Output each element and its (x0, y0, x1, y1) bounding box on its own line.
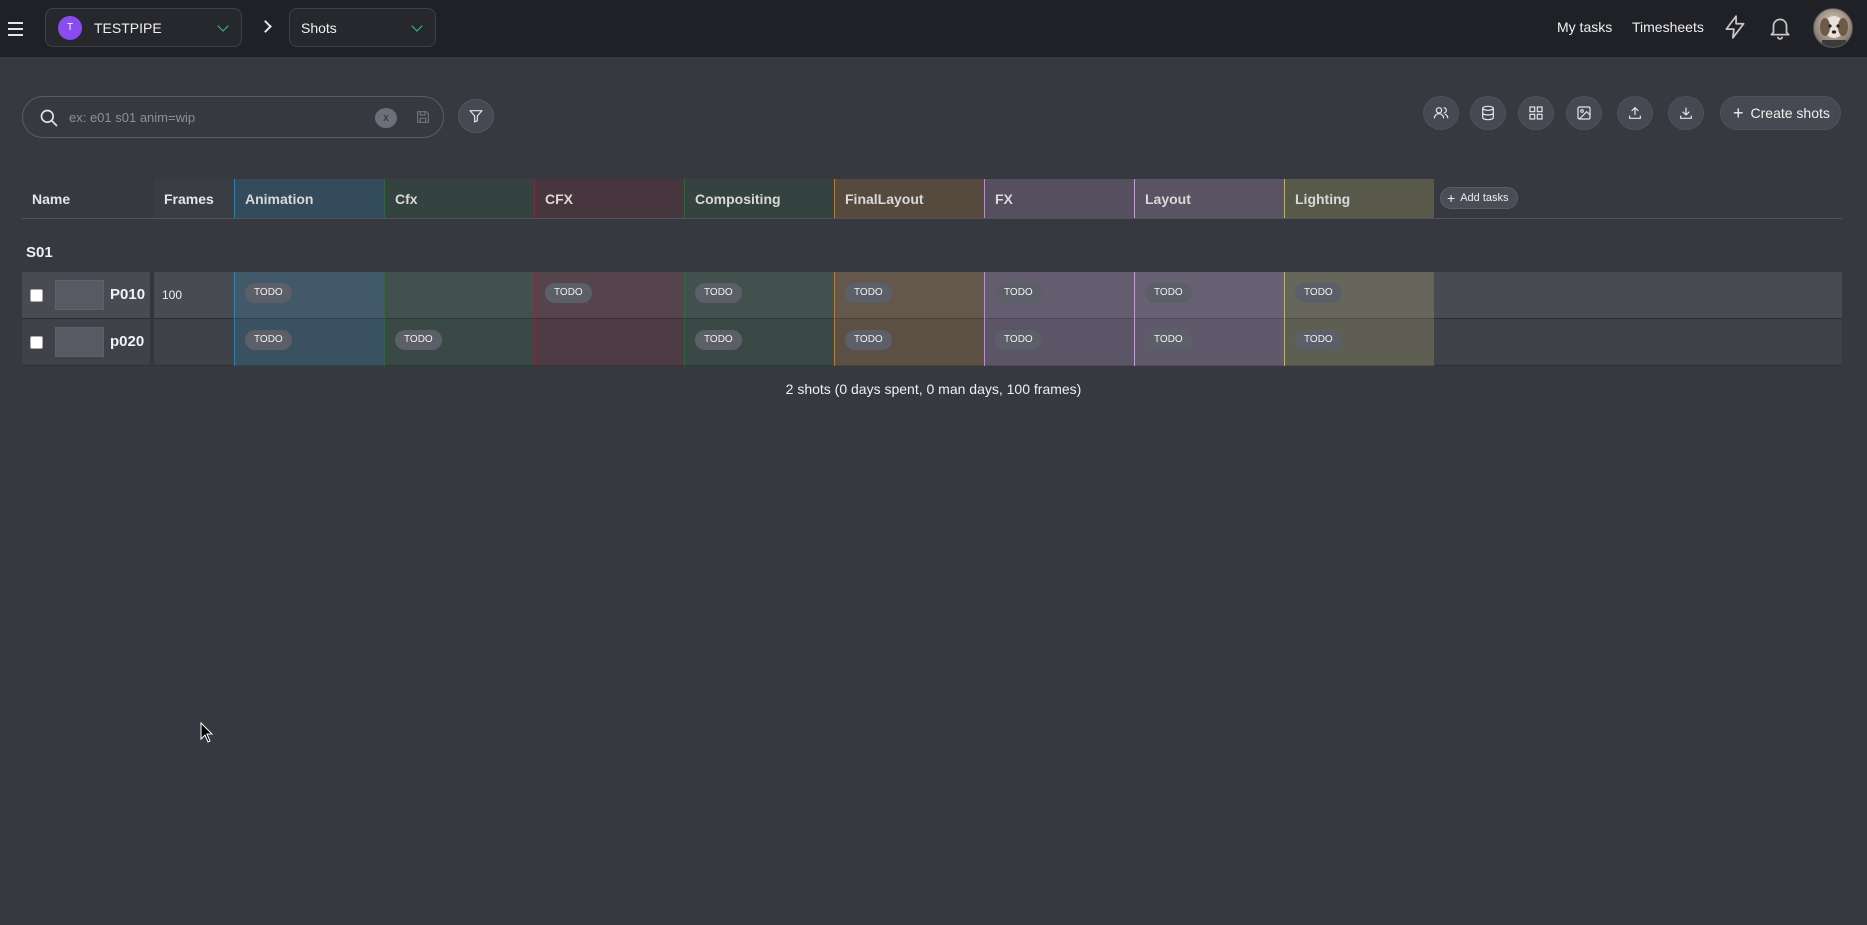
frames-cell[interactable]: 100 (162, 288, 182, 302)
status-badge[interactable]: TODO (1145, 330, 1192, 350)
create-shots-label: Create shots (1750, 105, 1830, 121)
shot-thumbnail[interactable] (55, 280, 104, 310)
shot-thumbnail[interactable] (55, 327, 104, 357)
search-icon (40, 109, 58, 127)
filter-icon (469, 110, 483, 123)
task-column-header-finallayout[interactable]: FinalLayout (834, 179, 984, 218)
task-column-header-cfx[interactable]: CFX (534, 179, 684, 218)
plus-icon: + (1733, 103, 1744, 123)
create-shots-button[interactable]: + Create shots (1720, 96, 1841, 130)
task-column-header-animation[interactable]: Animation (234, 179, 384, 218)
grid-view-button[interactable] (1518, 96, 1554, 130)
status-badge[interactable]: TODO (995, 283, 1042, 303)
task-cell-cfx[interactable]: TODO (384, 319, 534, 366)
database-icon (1482, 105, 1494, 121)
filter-button[interactable] (458, 99, 494, 133)
status-badge[interactable]: TODO (695, 283, 742, 303)
top-bar: T TESTPIPE Shots My tasks Timesheets (0, 0, 1867, 57)
task-cell-cfx[interactable] (534, 319, 684, 366)
image-icon (1577, 106, 1591, 120)
mouse-cursor-icon (200, 722, 214, 743)
task-cell-compositing[interactable]: TODO (684, 272, 834, 319)
status-badge[interactable]: TODO (845, 330, 892, 350)
chevron-right-icon (259, 20, 272, 33)
user-avatar[interactable] (1813, 8, 1853, 48)
people-icon (1433, 107, 1449, 119)
project-name: TESTPIPE (94, 19, 162, 36)
task-cell-finallayout[interactable]: TODO (834, 319, 984, 366)
status-badge[interactable]: TODO (245, 283, 292, 303)
name-column-header[interactable]: Name (22, 179, 154, 218)
clear-search-button[interactable]: x (375, 108, 397, 128)
task-column-header-lighting[interactable]: Lighting (1284, 179, 1434, 218)
column-divider (150, 272, 154, 319)
save-search-icon[interactable] (415, 109, 431, 125)
shot-name[interactable]: P010 (110, 286, 145, 303)
plus-icon: + (1447, 190, 1456, 206)
project-selector[interactable]: T TESTPIPE (45, 8, 242, 47)
task-cell-fx[interactable]: TODO (984, 319, 1134, 366)
status-badge[interactable]: TODO (1295, 283, 1342, 303)
table-row[interactable]: P010 100 TODO TODO TODO TODO TODO TODO TODO (22, 272, 1842, 319)
status-badge[interactable]: TODO (545, 283, 592, 303)
status-badge[interactable]: TODO (245, 330, 292, 350)
view-name: Shots (301, 19, 337, 36)
status-badge[interactable]: TODO (695, 330, 742, 350)
table-header: Name Frames Animation Cfx CFX Compositing Fi… (22, 179, 1842, 219)
status-badge[interactable]: TODO (395, 330, 442, 350)
assign-people-button[interactable] (1423, 96, 1459, 130)
news-bolt-icon[interactable] (1722, 14, 1748, 40)
add-tasks-label: Add tasks (1460, 192, 1509, 204)
export-button[interactable] (1668, 96, 1704, 130)
upload-icon (1629, 107, 1641, 119)
table-summary: 2 shots (0 days spent, 0 man days, 100 f… (785, 381, 1082, 397)
task-column-header-layout[interactable]: Layout (1134, 179, 1284, 218)
search-bar: x (22, 96, 444, 138)
task-column-header-compositing[interactable]: Compositing (684, 179, 834, 218)
bell-icon[interactable] (1767, 14, 1793, 40)
metadata-button[interactable] (1470, 96, 1506, 130)
task-cell-layout[interactable]: TODO (1134, 319, 1284, 366)
menu-icon[interactable] (8, 22, 23, 36)
task-column-header-cfx[interactable]: Cfx (384, 179, 534, 218)
task-cell-cfx[interactable] (384, 272, 534, 319)
task-cell-finallayout[interactable]: TODO (834, 272, 984, 319)
task-cell-compositing[interactable]: TODO (684, 319, 834, 366)
download-icon (1680, 107, 1692, 119)
view-selector[interactable]: Shots (289, 8, 436, 47)
shot-name[interactable]: p020 (110, 333, 144, 350)
task-column-header-fx[interactable]: FX (984, 179, 1134, 218)
project-avatar: T (58, 15, 82, 40)
frames-column-header[interactable]: Frames (154, 179, 234, 218)
table-row[interactable]: p020 TODO TODO TODO TODO TODO TODO TODO (22, 319, 1842, 366)
search-input[interactable] (69, 97, 389, 137)
thumbnails-button[interactable] (1566, 96, 1602, 130)
row-checkbox[interactable] (30, 289, 43, 302)
status-badge[interactable]: TODO (1145, 283, 1192, 303)
row-checkbox[interactable] (30, 336, 43, 349)
my-tasks-link[interactable]: My tasks (1557, 19, 1612, 35)
task-cell-animation[interactable]: TODO (234, 319, 384, 366)
status-badge[interactable]: TODO (845, 283, 892, 303)
timesheets-link[interactable]: Timesheets (1632, 19, 1704, 35)
chevron-down-icon (217, 20, 229, 32)
task-cell-animation[interactable]: TODO (234, 272, 384, 319)
user-photo-icon (1820, 16, 1848, 47)
chevron-down-icon (411, 20, 423, 32)
column-divider (150, 319, 154, 366)
add-tasks-button[interactable]: + Add tasks (1440, 187, 1518, 209)
status-badge[interactable]: TODO (1295, 330, 1342, 350)
grid-icon (1529, 106, 1543, 120)
status-badge[interactable]: TODO (995, 330, 1042, 350)
task-cell-cfx[interactable]: TODO (534, 272, 684, 319)
import-button[interactable] (1617, 96, 1653, 130)
task-cell-lighting[interactable]: TODO (1284, 272, 1434, 319)
sequence-title: S01 (26, 244, 53, 261)
task-cell-fx[interactable]: TODO (984, 272, 1134, 319)
task-cell-layout[interactable]: TODO (1134, 272, 1284, 319)
task-cell-lighting[interactable]: TODO (1284, 319, 1434, 366)
